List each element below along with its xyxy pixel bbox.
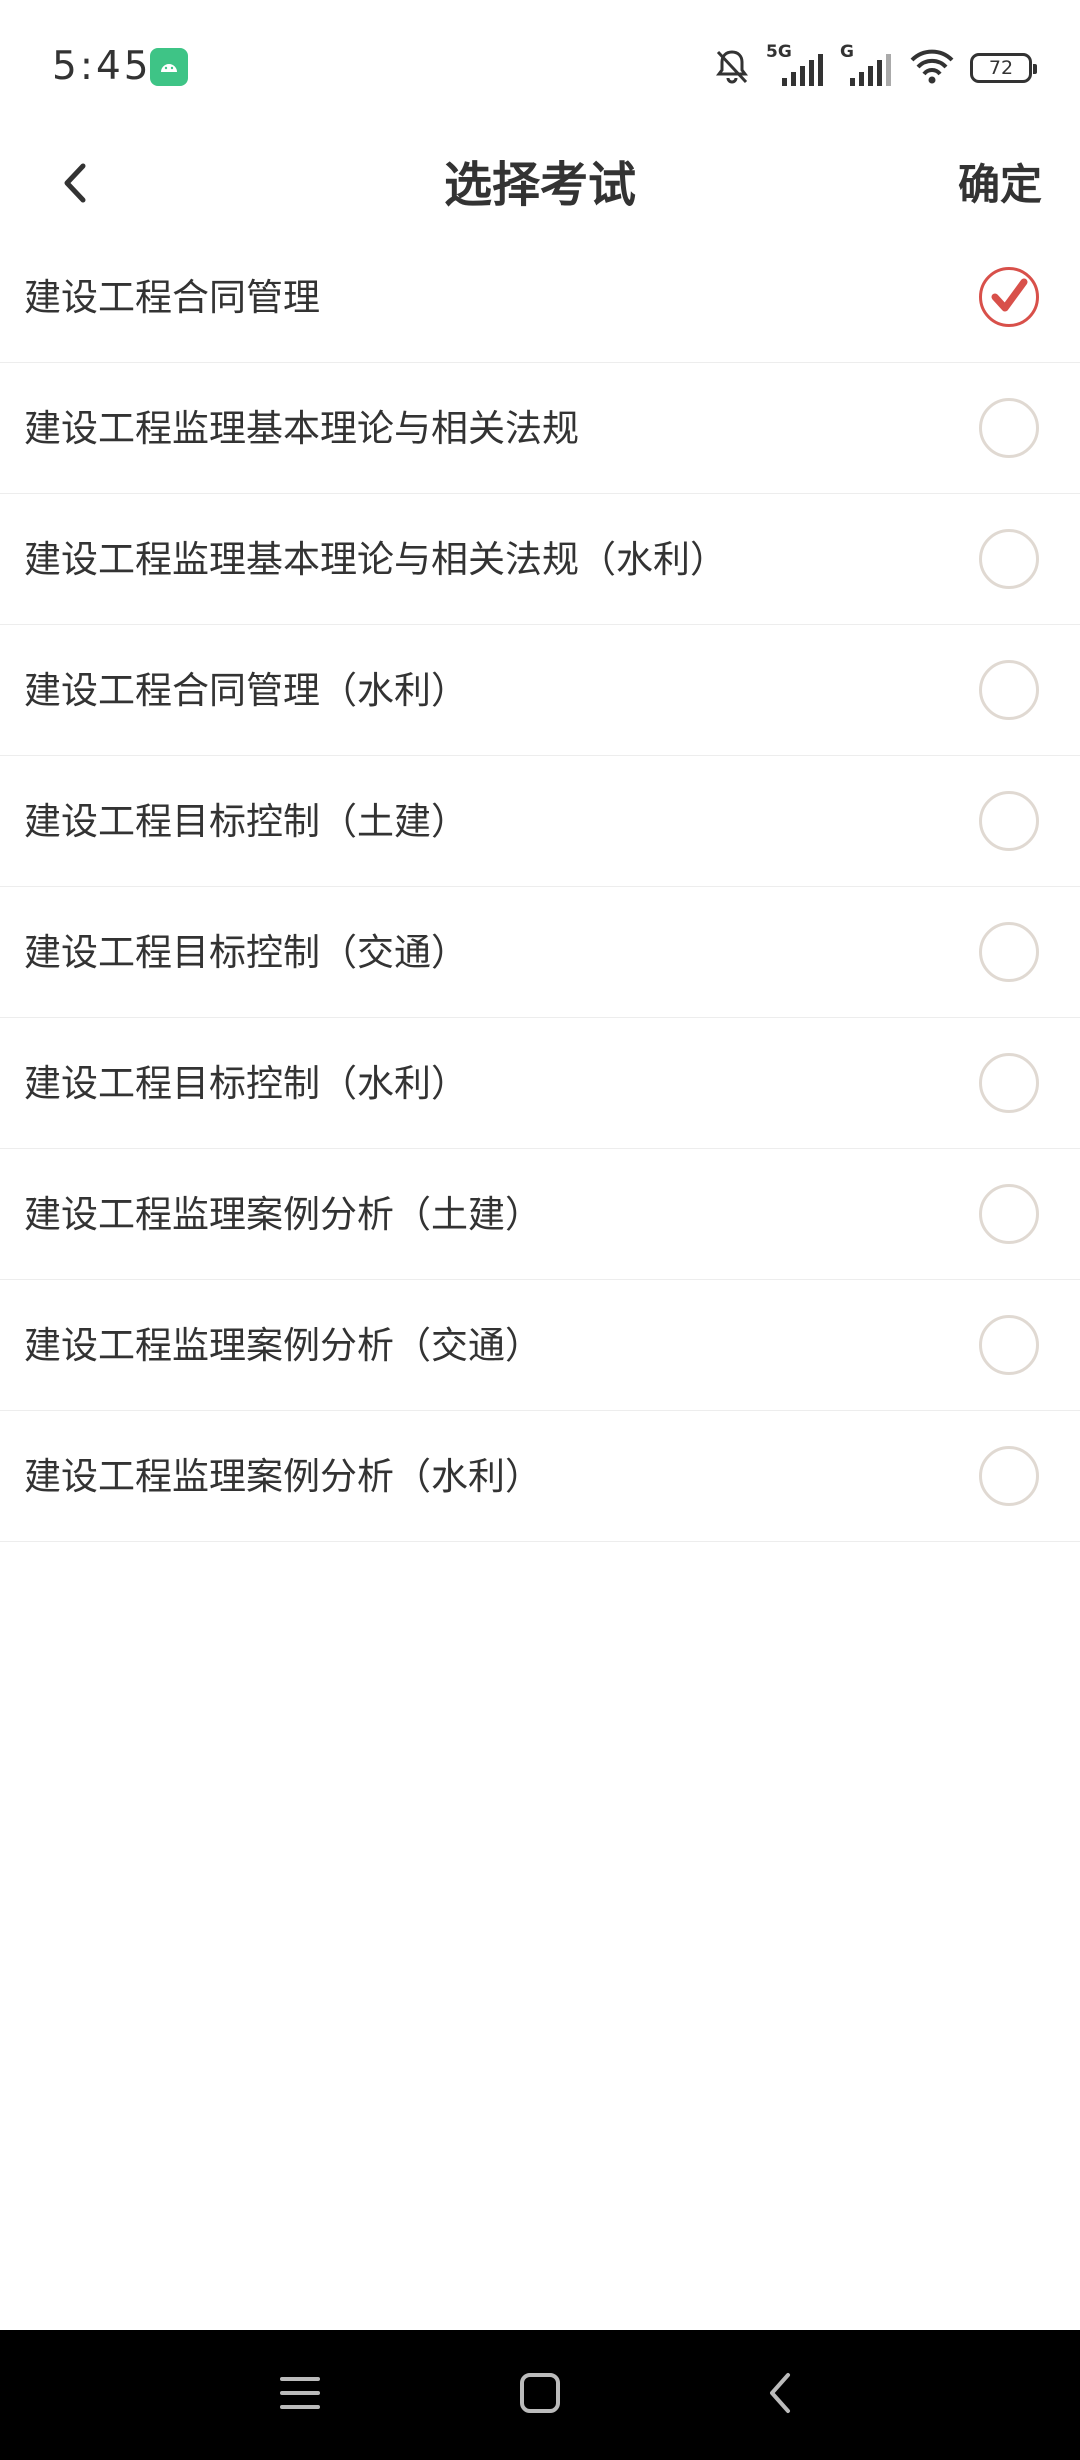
system-nav-bar xyxy=(0,2330,1080,2460)
battery-icon: 72 xyxy=(970,53,1037,83)
battery-level: 72 xyxy=(988,57,1014,79)
status-icons: 5G G 72 xyxy=(712,42,1037,90)
radio-checked[interactable] xyxy=(979,267,1039,327)
exam-label: 建设工程目标控制（水利） xyxy=(24,1062,468,1105)
exam-label: 建设工程监理案例分析（土建） xyxy=(24,1193,542,1236)
back-icon xyxy=(760,2370,800,2420)
exam-list: 建设工程合同管理 建设工程监理基本理论与相关法规 建设工程监理基本理论与相关法规… xyxy=(0,232,1080,1542)
bell-muted-icon xyxy=(712,46,752,90)
recent-apps-button[interactable] xyxy=(270,2365,330,2425)
home-icon xyxy=(518,2371,562,2419)
exam-item[interactable]: 建设工程合同管理 xyxy=(0,232,1080,363)
status-time: 5:45 xyxy=(52,44,152,89)
radio-unchecked[interactable] xyxy=(979,1184,1039,1244)
radio-unchecked[interactable] xyxy=(979,791,1039,851)
signal-g-icon: G xyxy=(840,42,894,88)
menu-icon xyxy=(278,2373,322,2417)
exam-label: 建设工程合同管理（水利） xyxy=(24,669,468,712)
exam-item[interactable]: 建设工程目标控制（水利） xyxy=(0,1018,1080,1149)
exam-item[interactable]: 建设工程监理基本理论与相关法规（水利） xyxy=(0,494,1080,625)
exam-label: 建设工程监理基本理论与相关法规 xyxy=(24,407,579,450)
page-title: 选择考试 xyxy=(443,157,636,213)
system-back-button[interactable] xyxy=(750,2365,810,2425)
exam-label: 建设工程监理案例分析（交通） xyxy=(24,1324,542,1367)
radio-unchecked[interactable] xyxy=(979,660,1039,720)
header: 选择考试 确定 xyxy=(0,130,1080,240)
radio-unchecked[interactable] xyxy=(979,922,1039,982)
exam-label: 建设工程合同管理 xyxy=(24,276,320,319)
checkmark-icon xyxy=(991,278,1028,312)
exam-item[interactable]: 建设工程合同管理（水利） xyxy=(0,625,1080,756)
wifi-icon xyxy=(908,46,956,90)
signal-5g-icon: 5G xyxy=(766,42,826,88)
exam-item[interactable]: 建设工程监理案例分析（土建） xyxy=(0,1149,1080,1280)
exam-label: 建设工程目标控制（交通） xyxy=(24,931,468,974)
radio-unchecked[interactable] xyxy=(979,1053,1039,1113)
exam-item[interactable]: 建设工程目标控制（土建） xyxy=(0,756,1080,887)
confirm-button[interactable]: 确定 xyxy=(958,130,1042,240)
exam-label: 建设工程监理案例分析（水利） xyxy=(24,1455,542,1498)
exam-item[interactable]: 建设工程监理案例分析（交通） xyxy=(0,1280,1080,1411)
exam-label: 建设工程目标控制（土建） xyxy=(24,800,468,843)
exam-item[interactable]: 建设工程目标控制（交通） xyxy=(0,887,1080,1018)
radio-unchecked[interactable] xyxy=(979,398,1039,458)
exam-item[interactable]: 建设工程监理基本理论与相关法规 xyxy=(0,363,1080,494)
radio-unchecked[interactable] xyxy=(979,1446,1039,1506)
status-bar: 5:45 5G G 72 xyxy=(0,0,1080,130)
home-button[interactable] xyxy=(510,2365,570,2425)
exam-label: 建设工程监理基本理论与相关法规（水利） xyxy=(24,538,727,581)
android-app-icon xyxy=(150,48,188,86)
radio-unchecked[interactable] xyxy=(979,529,1039,589)
radio-unchecked[interactable] xyxy=(979,1315,1039,1375)
exam-item[interactable]: 建设工程监理案例分析（水利） xyxy=(0,1411,1080,1542)
